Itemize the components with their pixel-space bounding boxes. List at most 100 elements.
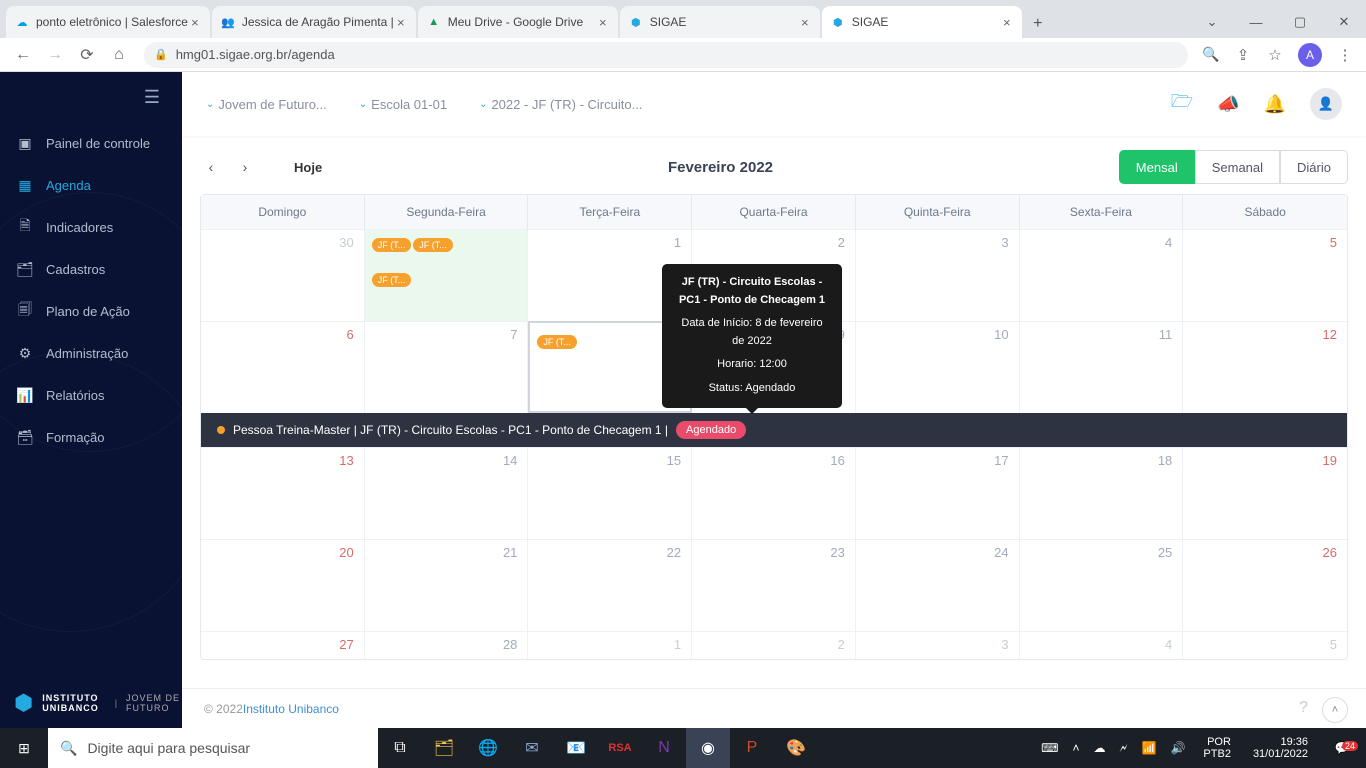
calendar-cell[interactable]: 14 — [365, 447, 529, 539]
browser-tab-active[interactable]: ⬢ SIGAE × — [822, 6, 1022, 38]
browser-tab[interactable]: ▲ Meu Drive - Google Drive × — [418, 6, 618, 38]
calendar-cell[interactable]: 12 — [1183, 321, 1347, 413]
user-avatar[interactable]: 👤 — [1310, 88, 1342, 120]
event-pill[interactable]: JF (T... — [372, 273, 412, 287]
calendar-cell[interactable]: 24 — [856, 539, 1020, 631]
calendar-cell[interactable]: 22 — [528, 539, 692, 631]
taskbar-search[interactable]: 🔍 Digite aqui para pesquisar — [48, 728, 378, 768]
close-icon[interactable]: × — [188, 15, 202, 29]
scroll-top-button[interactable]: ˄ — [1322, 697, 1348, 723]
calendar-cell[interactable]: 18 — [1020, 447, 1184, 539]
calendar-cell[interactable]: 13 — [201, 447, 365, 539]
onenote-icon[interactable]: N — [642, 728, 686, 768]
calendar-cell[interactable]: 11 — [1020, 321, 1184, 413]
tray-chevron-icon[interactable]: ˄ — [1069, 741, 1084, 755]
maximize-icon[interactable]: ▢ — [1278, 7, 1322, 37]
reload-icon[interactable]: ⟳ — [78, 45, 96, 65]
sidebar-item-painel[interactable]: ▣Painel de controle — [0, 122, 182, 164]
event-pill[interactable]: JF (T... — [537, 335, 577, 349]
calendar-cell[interactable]: 2 — [692, 631, 856, 659]
close-window-icon[interactable]: ✕ — [1322, 7, 1366, 37]
calendar-cell[interactable]: 17 — [856, 447, 1020, 539]
calendar-cell[interactable]: 5 — [1183, 229, 1347, 321]
allday-event-bar[interactable]: Pessoa Treina-Master | JF (TR) - Circuit… — [201, 413, 1347, 447]
close-icon[interactable]: × — [394, 15, 408, 29]
close-icon[interactable]: × — [596, 15, 610, 29]
next-month-button[interactable]: › — [234, 156, 256, 178]
calendar-cell[interactable]: 6 — [201, 321, 365, 413]
calendar-cell[interactable]: 30 — [201, 229, 365, 321]
event-pill[interactable]: JF (T... — [372, 238, 412, 252]
prev-month-button[interactable]: ‹ — [200, 156, 222, 178]
new-tab-button[interactable]: + — [1024, 10, 1052, 38]
view-month-button[interactable]: Mensal — [1119, 150, 1195, 184]
browser-tab[interactable]: ☁ ponto eletrônico | Salesforce × — [6, 6, 210, 38]
calendar-cell[interactable]: 31 JF (T...JF (T... JF (T... — [365, 229, 529, 321]
calendar-cell[interactable]: 20 — [201, 539, 365, 631]
calendar-cell[interactable]: 28 — [365, 631, 529, 659]
calendar-cell[interactable]: 16 — [692, 447, 856, 539]
outlook-icon[interactable]: 📧 — [554, 728, 598, 768]
profile-avatar[interactable]: A — [1298, 43, 1322, 67]
forward-icon[interactable]: → — [46, 46, 64, 64]
home-icon[interactable]: ⌂ — [110, 46, 128, 64]
calendar-cell[interactable]: 26 — [1183, 539, 1347, 631]
tray-cloud-icon[interactable]: ☁ — [1090, 741, 1110, 755]
calendar-cell[interactable]: 23 — [692, 539, 856, 631]
browser-tab[interactable]: ⬢ SIGAE × — [620, 6, 820, 38]
tray-volume-icon[interactable]: 🔊 — [1166, 741, 1189, 755]
calendar-cell[interactable]: 25 — [1020, 539, 1184, 631]
calendar-cell[interactable]: 1 — [528, 631, 692, 659]
taskbar-lang[interactable]: POR PTB2 — [1195, 736, 1239, 760]
chrome-icon[interactable]: ◉ — [686, 728, 730, 768]
today-button[interactable]: Hoje — [294, 160, 322, 175]
view-week-button[interactable]: Semanal — [1195, 150, 1280, 184]
tray-wifi-icon[interactable]: 📶 — [1138, 741, 1161, 755]
event-pill[interactable]: JF (T... — [413, 238, 453, 252]
tray-keyboard-icon[interactable]: ⌨ — [1037, 741, 1062, 755]
calendar-cell[interactable]: 10 — [856, 321, 1020, 413]
mail-icon[interactable]: ✉ — [510, 728, 554, 768]
sidebar-toggle[interactable]: ☰ — [0, 72, 182, 122]
tray-battery-icon[interactable]: 🗲 — [1116, 741, 1132, 756]
chevron-down-icon[interactable]: ⌄ — [1190, 7, 1234, 37]
browser-icon[interactable]: 🌐 — [466, 728, 510, 768]
close-icon[interactable]: × — [798, 15, 812, 29]
notification-center[interactable]: 💬 24 — [1322, 741, 1362, 755]
address-bar[interactable]: 🔒 hmg01.sigae.org.br/agenda — [144, 42, 1188, 68]
megaphone-icon[interactable]: 📣 — [1217, 94, 1239, 115]
calendar-cell[interactable]: 7 — [365, 321, 529, 413]
taskbar-clock[interactable]: 19:36 31/01/2022 — [1245, 736, 1316, 760]
close-icon[interactable]: × — [1000, 15, 1014, 29]
minimize-icon[interactable]: — — [1234, 7, 1278, 37]
view-day-button[interactable]: Diário — [1280, 150, 1348, 184]
folder-icon[interactable]: 🗁 — [1171, 89, 1193, 119]
share-icon[interactable]: ⇪ — [1234, 46, 1252, 64]
calendar-cell[interactable]: 27 — [201, 631, 365, 659]
calendar-cell[interactable]: 4 — [1020, 229, 1184, 321]
calendar-cell[interactable]: 19 — [1183, 447, 1347, 539]
calendar-cell[interactable]: 3 — [856, 631, 1020, 659]
calendar-cell[interactable]: 15 — [528, 447, 692, 539]
bell-icon[interactable]: 🔔 — [1264, 94, 1286, 115]
powerpoint-icon[interactable]: P — [730, 728, 774, 768]
breadcrumb-3[interactable]: ⌄2022 - JF (TR) - Circuito... — [479, 97, 642, 112]
search-icon[interactable]: 🔍 — [1202, 46, 1220, 63]
footer-link[interactable]: Instituto Unibanco — [243, 702, 339, 716]
breadcrumb-2[interactable]: ⌄Escola 01-01 — [359, 97, 447, 112]
breadcrumb-1[interactable]: ⌄Jovem de Futuro... — [206, 97, 327, 112]
back-icon[interactable]: ← — [14, 46, 32, 64]
calendar-cell[interactable]: 21 — [365, 539, 529, 631]
start-button[interactable]: ⊞ — [0, 728, 48, 768]
star-icon[interactable]: ☆ — [1266, 46, 1284, 64]
explorer-icon[interactable]: 🗂 — [422, 728, 466, 768]
rsa-icon[interactable]: RSA — [598, 728, 642, 768]
calendar-cell[interactable]: 3 — [856, 229, 1020, 321]
paint-icon[interactable]: 🎨 — [774, 728, 818, 768]
menu-icon[interactable]: ⋮ — [1336, 46, 1354, 64]
help-icon[interactable]: ? — [1299, 699, 1308, 717]
task-view-icon[interactable]: ⧉ — [378, 728, 422, 768]
calendar-cell[interactable]: 4 — [1020, 631, 1184, 659]
browser-tab[interactable]: 👥 Jessica de Aragão Pimenta | × — [212, 6, 416, 38]
calendar-cell[interactable]: 5 — [1183, 631, 1347, 659]
